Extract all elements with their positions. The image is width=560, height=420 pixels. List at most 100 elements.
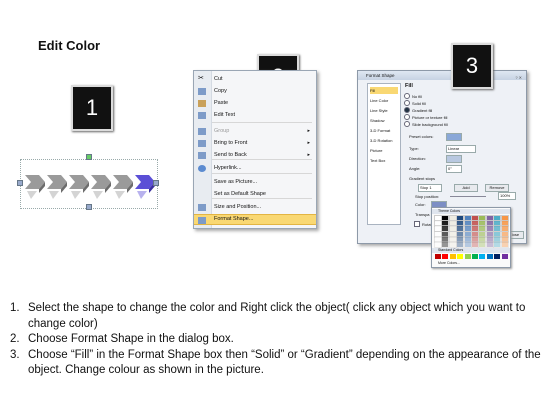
menu-item[interactable]: Bring to Front ▸: [194, 138, 316, 149]
instruction-text: Choose “Fill” in the Format Shape box th…: [28, 348, 541, 377]
angle-input[interactable]: 0°: [446, 165, 462, 173]
more-colors-item[interactable]: More Colors...: [432, 261, 510, 266]
fill-option-label: Gradient fill: [412, 108, 433, 113]
menu-item[interactable]: Edit Text: [194, 110, 316, 121]
add-stop-button[interactable]: Add: [454, 184, 478, 192]
selection-handle[interactable]: [17, 180, 23, 186]
chevron-arrow-shape[interactable]: [47, 175, 67, 199]
direction-dropdown[interactable]: [446, 155, 462, 163]
instruction-item: 3. Choose “Fill” in the Format Shape box …: [10, 348, 555, 379]
standard-color-swatch[interactable]: [464, 254, 471, 259]
size-position-icon: [198, 204, 206, 211]
chevron-arrow-shape[interactable]: [69, 175, 89, 199]
angle-value: 0°: [448, 166, 452, 171]
stop-position-label: Stop position:: [415, 194, 440, 199]
category-item[interactable]: 3-D Format: [370, 127, 398, 134]
radio-indicator[interactable]: [404, 100, 410, 106]
theme-color-swatch[interactable]: [463, 241, 472, 248]
instruction-text: Choose Format Shape in the dialog box.: [28, 333, 234, 345]
stop-position-slider[interactable]: [450, 196, 486, 197]
transparency-label: Transpa: [415, 212, 430, 217]
stop-dropdown[interactable]: Stop 1: [418, 184, 442, 192]
arrow-shapes[interactable]: [21, 160, 157, 208]
theme-color-swatch[interactable]: [441, 241, 450, 248]
category-item[interactable]: Line Style: [370, 107, 398, 114]
scissors-icon: ✂: [198, 75, 204, 82]
fill-option-radio[interactable]: Gradient fill: [404, 107, 432, 114]
preset-colors-dropdown[interactable]: [446, 133, 462, 141]
theme-color-swatch[interactable]: [448, 241, 457, 248]
category-list: Fill Line Color Line Style Shadow 3-D Format…: [367, 83, 401, 225]
menu-item[interactable]: Copy: [194, 86, 316, 97]
standard-color-swatch[interactable]: [442, 254, 449, 259]
theme-color-swatch[interactable]: [485, 241, 494, 248]
stop-value: Stop 1: [420, 185, 432, 190]
menu-item-label: Edit Text: [214, 112, 235, 118]
standard-color-swatch[interactable]: [486, 254, 493, 259]
arrow-shapes-panel[interactable]: [20, 159, 158, 209]
step-badge-3: 3: [451, 43, 493, 89]
category-item[interactable]: Picture: [370, 147, 398, 154]
category-item[interactable]: 3-D Rotation: [370, 137, 398, 144]
standard-color-swatch[interactable]: [457, 254, 464, 259]
group-icon: [198, 128, 206, 135]
theme-color-swatch[interactable]: [434, 241, 442, 248]
theme-color-swatch[interactable]: [456, 241, 465, 248]
menu-item[interactable]: Size and Position...: [194, 202, 316, 213]
standard-colors-title: Standard Colors: [438, 248, 464, 252]
selection-handle[interactable]: [153, 180, 159, 186]
category-item[interactable]: Text Box: [370, 157, 398, 164]
theme-color-swatch[interactable]: [478, 241, 487, 248]
category-item[interactable]: Shadow: [370, 117, 398, 124]
menu-item: Group ▸: [194, 126, 316, 137]
menu-item[interactable]: ✂ Cut: [194, 74, 316, 85]
chevron-arrow-shape[interactable]: [135, 175, 155, 199]
menu-separator: [212, 122, 312, 123]
dialog-window-controls[interactable]: ? ✕: [515, 73, 522, 82]
fill-option-radio[interactable]: Slide background fill: [404, 121, 448, 128]
gradient-stops-label: Gradient stops: [409, 176, 436, 181]
format-shape-icon: [198, 217, 206, 224]
remove-stop-button[interactable]: Remove: [485, 184, 509, 192]
radio-indicator[interactable]: [404, 93, 410, 99]
menu-item[interactable]: Format Shape...: [194, 214, 316, 225]
fill-option-radio[interactable]: Solid fill: [404, 100, 426, 107]
edit-text-icon: [198, 112, 206, 119]
fill-option-label: No fill: [412, 94, 423, 99]
standard-color-swatch[interactable]: [472, 254, 478, 259]
category-item[interactable]: Line Color: [370, 97, 398, 104]
standard-color-swatch[interactable]: [449, 254, 456, 259]
menu-item-label: Paste: [214, 100, 229, 106]
fill-option-radio[interactable]: Picture or texture fill: [404, 114, 447, 121]
chevron-arrow-shape[interactable]: [25, 175, 45, 199]
fill-option-radio[interactable]: No fill: [404, 93, 422, 100]
radio-indicator[interactable]: [404, 121, 410, 127]
color-label: Color:: [415, 202, 426, 207]
type-dropdown[interactable]: Linear: [446, 145, 476, 153]
rotate-checkbox-box[interactable]: [414, 221, 420, 227]
instruction-number: 3.: [10, 348, 20, 361]
more-colors-label: More Colors...: [438, 261, 460, 265]
hyperlink-icon: [198, 165, 206, 172]
chevron-arrow-shape[interactable]: [113, 175, 133, 199]
standard-color-swatch[interactable]: [479, 254, 486, 259]
dialog-title: Format Shape: [366, 73, 395, 78]
stop-position-input[interactable]: 100%: [498, 192, 516, 200]
selection-handle[interactable]: [86, 204, 92, 210]
theme-color-swatch[interactable]: [471, 241, 479, 248]
standard-color-swatch[interactable]: [494, 254, 501, 259]
radio-indicator[interactable]: [404, 114, 410, 120]
radio-indicator[interactable]: [404, 107, 410, 113]
theme-color-swatch[interactable]: [500, 241, 509, 248]
theme-color-swatch[interactable]: [493, 241, 502, 248]
menu-item[interactable]: Paste: [194, 98, 316, 109]
chevron-arrow-shape[interactable]: [91, 175, 111, 199]
selection-handle[interactable]: [86, 154, 92, 160]
menu-item[interactable]: Save as Picture...: [194, 177, 316, 188]
paste-icon: [198, 100, 206, 107]
standard-color-swatch[interactable]: [435, 254, 441, 259]
dialog-title-bar: Format Shape ? ✕: [358, 71, 526, 80]
standard-color-swatch[interactable]: [501, 254, 508, 259]
menu-item-label: Group: [214, 128, 230, 134]
category-item[interactable]: Fill: [370, 87, 398, 94]
